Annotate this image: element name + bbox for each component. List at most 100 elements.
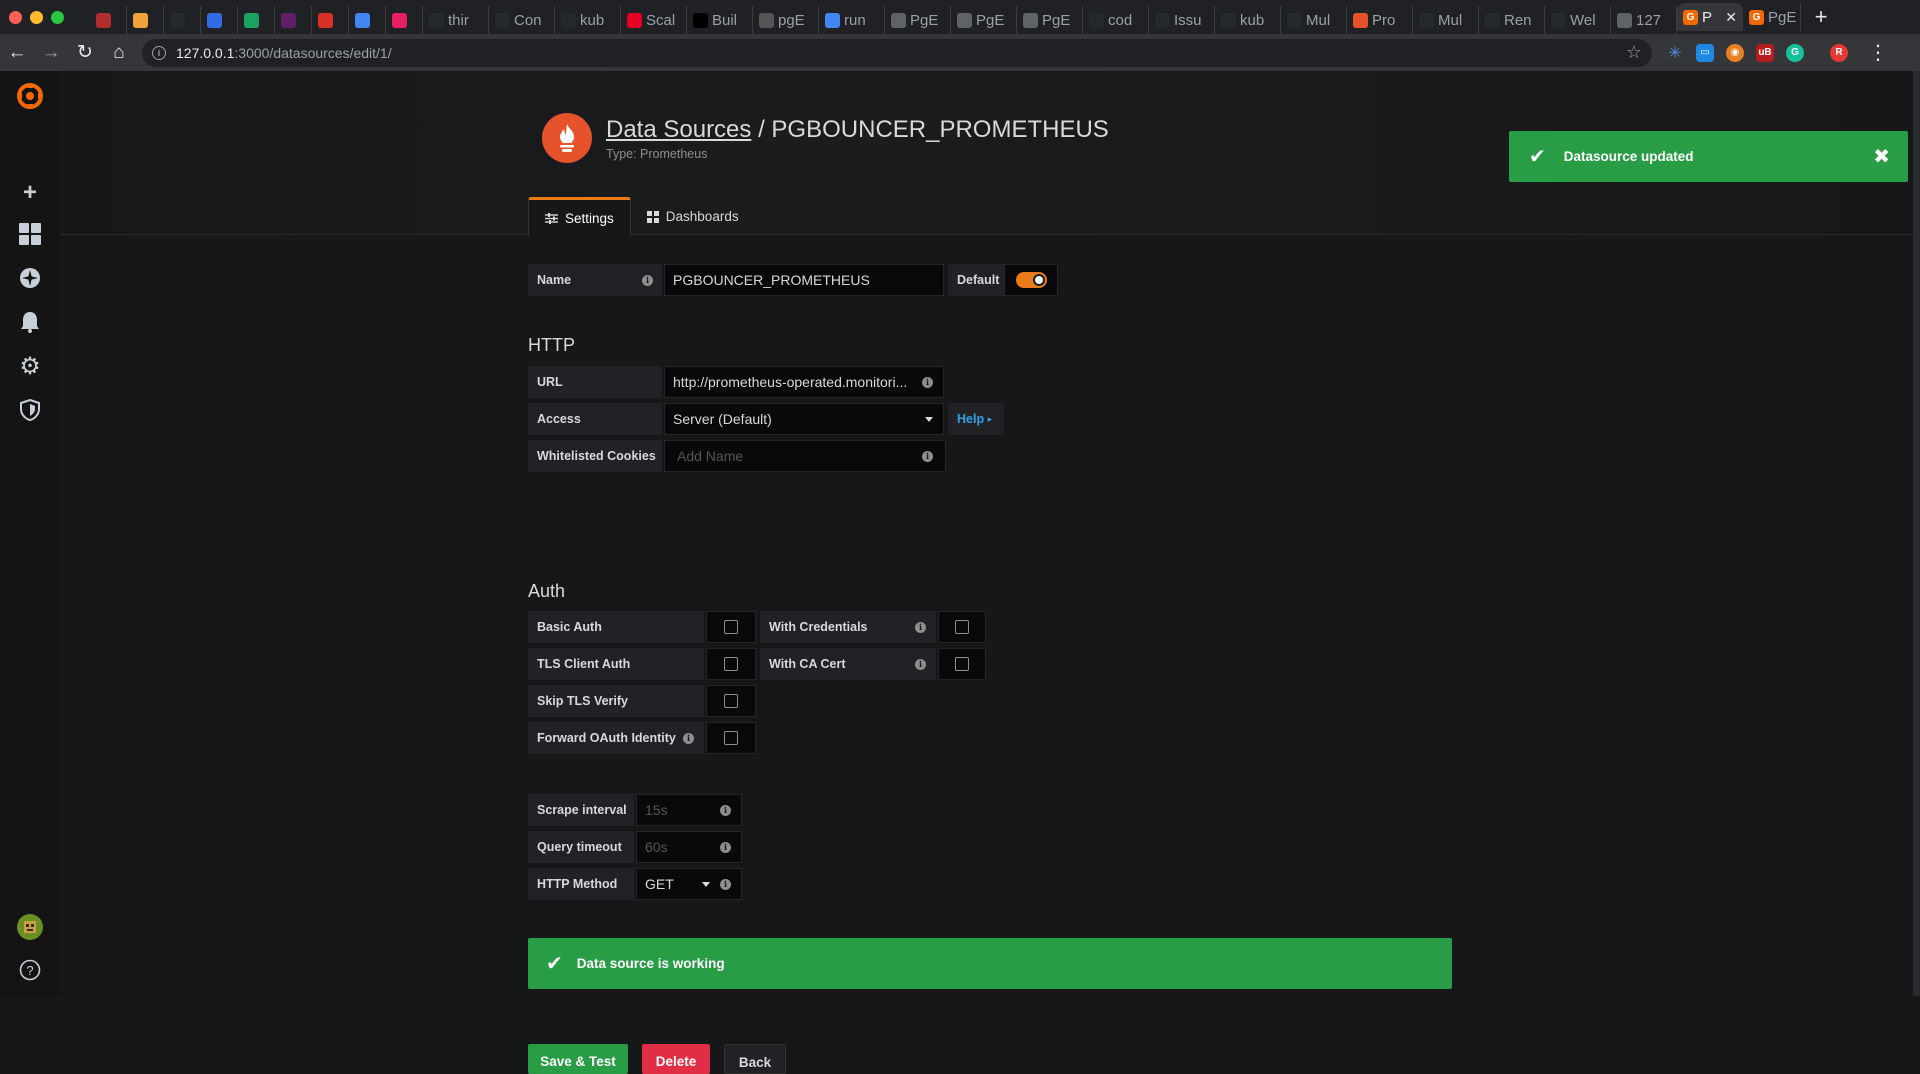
access-select[interactable]: Server (Default) — [664, 403, 944, 435]
info-icon[interactable]: i — [683, 732, 694, 744]
home-icon[interactable]: ⌂ — [102, 42, 136, 64]
back-button[interactable]: Back — [724, 1044, 786, 1074]
browser-tab[interactable] — [90, 6, 127, 34]
close-toast-icon[interactable]: ✖ — [1873, 144, 1890, 169]
browser-tab[interactable]: thir — [423, 6, 489, 34]
info-icon[interactable]: i — [922, 450, 933, 462]
browser-tab[interactable]: Ren — [1479, 6, 1545, 34]
scrape-interval-input[interactable]: 15s i — [636, 794, 742, 826]
save-and-test-button[interactable]: Save & Test — [528, 1044, 628, 1074]
ublock-extension-icon[interactable]: uB — [1756, 43, 1774, 62]
with-credentials-checkbox[interactable] — [938, 611, 986, 643]
browser-tab[interactable]: Issu — [1149, 6, 1215, 34]
owl-extension-icon[interactable]: ◉ — [1726, 43, 1744, 62]
with-ca-cert-text: With CA Cert — [769, 657, 846, 671]
query-timeout-input[interactable]: 60s i — [636, 831, 742, 863]
user-avatar[interactable] — [17, 914, 43, 940]
forward-arrow-icon[interactable]: → — [34, 42, 68, 64]
browser-tab[interactable]: 127 — [1611, 6, 1677, 34]
toggle-switch[interactable] — [1015, 272, 1047, 288]
c-icon — [244, 12, 259, 28]
skip-tls-checkbox[interactable] — [706, 685, 756, 717]
browser-tab[interactable]: kub — [1215, 6, 1281, 34]
address-bar[interactable]: i 127.0.0.1:3000/datasources/edit/1/ ☆ — [142, 38, 1652, 67]
browser-tab[interactable]: kub — [555, 6, 621, 34]
new-tab-button[interactable]: + — [1801, 3, 1841, 31]
minimize-window-button[interactable] — [30, 10, 43, 24]
help-icon[interactable]: ? — [18, 958, 42, 982]
browser-tab[interactable]: Wel — [1545, 6, 1611, 34]
browser-tab[interactable]: Con — [489, 6, 555, 34]
reload-icon[interactable]: ↻ — [68, 41, 102, 64]
explore-compass-icon[interactable] — [18, 266, 42, 290]
forward-oauth-checkbox[interactable] — [706, 722, 756, 754]
browser-tab-active[interactable]: G P ✕ — [1677, 3, 1743, 31]
delete-button[interactable]: Delete — [642, 1044, 710, 1074]
info-icon[interactable]: i — [922, 376, 933, 388]
browser-tab[interactable]: PgE — [1017, 6, 1083, 34]
tab-dashboards[interactable]: Dashboards — [631, 197, 755, 236]
with-ca-cert-checkbox[interactable] — [938, 648, 986, 680]
back-arrow-icon[interactable]: ← — [0, 42, 34, 64]
tab-settings[interactable]: Settings — [528, 197, 631, 236]
browser-tab[interactable]: PgE — [951, 6, 1017, 34]
breadcrumb-data-sources-link[interactable]: Data Sources — [606, 116, 751, 143]
toast-message: Datasource updated — [1563, 149, 1694, 164]
close-tab-icon[interactable]: ✕ — [1725, 9, 1737, 26]
access-row: Access Server (Default) Help ▸ — [528, 403, 1004, 435]
info-icon[interactable]: i — [720, 804, 731, 816]
browser-tab[interactable]: Mul — [1413, 6, 1479, 34]
cookies-input[interactable]: Add Name i — [664, 440, 946, 472]
name-input[interactable]: PGBOUNCER_PROMETHEUS — [664, 264, 944, 296]
breadcrumb-separator: / — [751, 115, 772, 143]
maximize-window-button[interactable] — [51, 10, 64, 24]
dashboards-icon[interactable] — [18, 222, 42, 246]
profile-avatar[interactable]: R — [1830, 43, 1848, 62]
browser-tab[interactable]: Mul — [1281, 6, 1347, 34]
browser-tab[interactable] — [201, 6, 238, 34]
browser-menu-icon[interactable]: ⋮ — [1868, 40, 1888, 65]
browser-tab[interactable]: run — [819, 6, 885, 34]
browser-tab[interactable]: cod — [1083, 6, 1149, 34]
site-info-icon[interactable]: i — [152, 45, 166, 60]
url-input[interactable]: http://prometheus-operated.monitori... i — [664, 366, 944, 398]
bookmark-star-icon[interactable]: ☆ — [1626, 42, 1642, 63]
info-icon[interactable]: i — [720, 878, 731, 890]
browser-tab-label: run — [844, 11, 866, 29]
server-admin-shield-icon[interactable] — [18, 398, 42, 422]
kubernetes-icon — [207, 12, 222, 28]
browser-tab[interactable] — [164, 6, 201, 34]
close-window-button[interactable] — [9, 10, 22, 24]
browser-tab[interactable]: pgE — [753, 6, 819, 34]
info-icon[interactable]: i — [642, 274, 653, 286]
info-icon[interactable]: i — [720, 841, 731, 853]
help-toggle[interactable]: Help ▸ — [948, 403, 1004, 435]
browser-tab[interactable] — [238, 6, 275, 34]
status-message: Data source is working — [576, 956, 725, 971]
docs-icon — [825, 12, 840, 28]
basic-auth-checkbox[interactable] — [706, 611, 756, 643]
info-icon[interactable]: i — [915, 621, 926, 633]
pinwheel-extension-icon[interactable]: ✳ — [1666, 44, 1684, 62]
browser-tab[interactable]: Pro — [1347, 6, 1413, 34]
plus-icon[interactable]: + — [18, 179, 42, 206]
tls-client-auth-checkbox[interactable] — [706, 648, 756, 680]
info-icon[interactable]: i — [915, 658, 926, 670]
alerting-bell-icon[interactable] — [18, 310, 42, 334]
browser-tab[interactable] — [349, 6, 386, 34]
default-toggle[interactable] — [1004, 264, 1058, 296]
browser-tab[interactable]: PgE — [885, 6, 951, 34]
grafana-logo-icon[interactable] — [16, 82, 44, 110]
browser-tab[interactable]: Scal — [621, 6, 687, 34]
browser-tab[interactable]: G PgE — [1743, 3, 1801, 31]
browser-tab[interactable] — [275, 6, 312, 34]
browser-tab[interactable] — [312, 6, 349, 34]
browser-tab[interactable] — [386, 6, 423, 34]
configuration-gear-icon[interactable]: ⚙ — [18, 353, 42, 380]
window-extension-icon[interactable]: ▭ — [1696, 43, 1714, 62]
browser-tab[interactable]: Buil — [687, 6, 753, 34]
browser-tab[interactable] — [127, 6, 164, 34]
http-method-select[interactable]: GET i — [636, 868, 742, 900]
page-scrollbar[interactable] — [1913, 71, 1920, 996]
grammarly-extension-icon[interactable]: G — [1786, 43, 1804, 62]
